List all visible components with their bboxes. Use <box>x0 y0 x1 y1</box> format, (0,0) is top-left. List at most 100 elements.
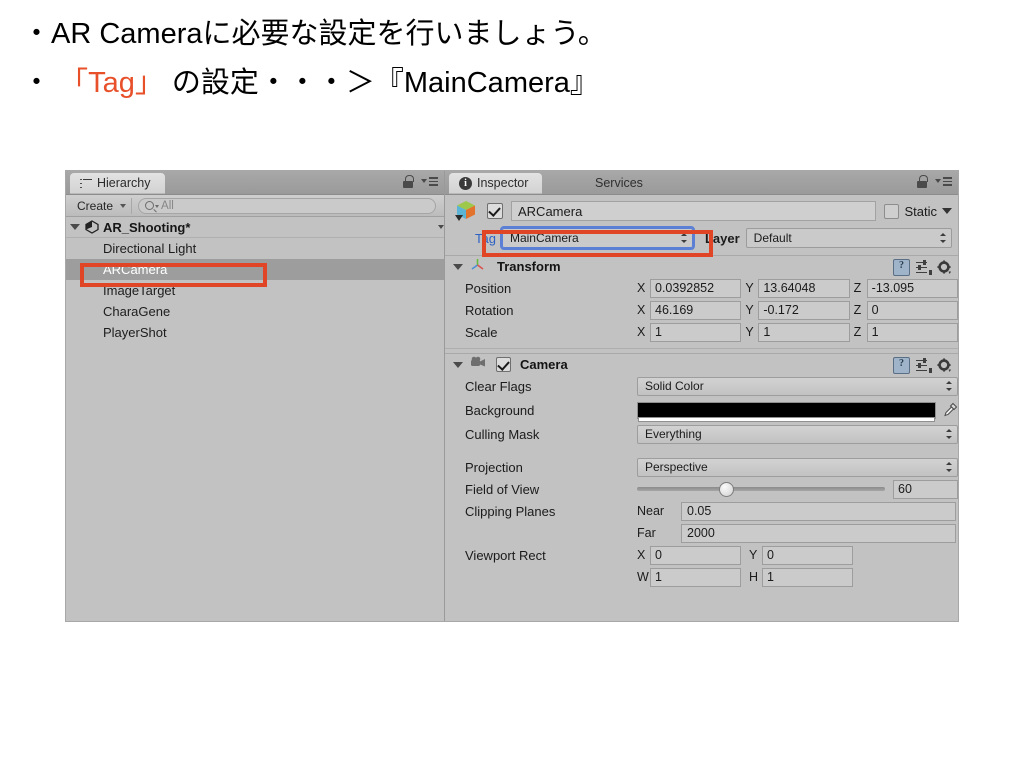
position-y-input[interactable]: 13.64048 <box>758 278 850 298</box>
clipping-planes-label: Clipping Planes <box>465 503 556 519</box>
scale-label: Scale <box>465 324 498 340</box>
rotation-z-value: 0 <box>871 303 879 317</box>
help-icon[interactable]: ? <box>893 259 910 276</box>
tag-dropdown[interactable]: MainCamera <box>499 226 695 250</box>
near-input[interactable]: 0.05 <box>681 501 956 521</box>
near-value: 0.05 <box>687 504 712 518</box>
scale-z-input[interactable]: 1 <box>866 322 958 342</box>
list-item[interactable]: Directional Light <box>66 238 444 259</box>
far-label: Far <box>637 526 656 540</box>
create-button[interactable]: Create <box>70 197 133 214</box>
far-value: 2000 <box>687 526 715 540</box>
culling-mask-label: Culling Mask <box>465 426 540 442</box>
panel-menu-icon[interactable] <box>935 176 952 187</box>
position-z-input[interactable]: -13.095 <box>866 278 958 298</box>
culling-mask-updown-icon <box>945 428 953 440</box>
camera-header-icons: ? <box>893 357 952 374</box>
layer-label: Layer <box>704 230 740 246</box>
fov-input[interactable]: 60 <box>893 479 958 499</box>
layer-value: Default <box>753 231 792 245</box>
viewport-y-input[interactable]: 0 <box>762 545 853 565</box>
hierarchy-tree: Directional Light ARCamera ImageTarget C… <box>66 238 444 503</box>
tag-updown-icon <box>680 232 688 244</box>
list-item[interactable]: ImageTarget <box>66 280 444 301</box>
tab-hierarchy[interactable]: Hierarchy <box>70 173 165 194</box>
transform-foldout-icon[interactable] <box>453 263 463 270</box>
background-row: Background <box>445 397 958 423</box>
rotation-z-input[interactable]: 0 <box>866 300 958 320</box>
help-icon[interactable]: ? <box>893 357 910 374</box>
transform-header[interactable]: Transform ? <box>445 256 958 277</box>
fov-slider[interactable] <box>637 482 885 497</box>
viewport-x-input[interactable]: 0 <box>650 545 741 565</box>
create-button-label: Create <box>77 198 114 213</box>
eyedropper-icon[interactable] <box>942 402 958 418</box>
position-label: Position <box>465 280 512 296</box>
viewport-w-input[interactable]: 1 <box>650 567 741 587</box>
hierarchy-tabbar: Hierarchy <box>66 171 444 195</box>
hierarchy-list-icon <box>80 178 92 189</box>
list-item[interactable]: PlayerShot <box>66 322 444 343</box>
scale-z-value: 1 <box>871 325 879 339</box>
tab-services[interactable]: Services <box>585 173 657 194</box>
axis-x-label: X <box>637 303 646 317</box>
static-checkbox[interactable] <box>884 203 900 219</box>
scene-root-row[interactable]: AR_Shooting* <box>66 217 444 238</box>
camera-enabled-checkbox[interactable] <box>496 357 511 372</box>
rotation-x-value: 46.169 <box>655 303 694 317</box>
fov-slider-knob[interactable] <box>718 482 734 497</box>
axis-x-label: X <box>637 325 646 339</box>
scale-y-input[interactable]: 1 <box>758 322 850 342</box>
transform-component: Transform ? Position X 0.0392852 Y 13.64… <box>445 255 958 349</box>
layer-dropdown[interactable]: Default <box>745 228 952 248</box>
hierarchy-empty-area[interactable] <box>66 343 444 503</box>
culling-mask-value: Everything <box>645 427 702 441</box>
divider <box>445 348 958 349</box>
lock-icon[interactable] <box>917 175 928 188</box>
hierarchy-item-label: PlayerShot <box>103 325 167 340</box>
lock-icon[interactable] <box>403 175 414 188</box>
background-color-swatch[interactable] <box>637 401 936 422</box>
object-active-checkbox[interactable] <box>487 203 503 219</box>
culling-mask-dropdown[interactable]: Everything <box>637 424 958 444</box>
preset-icon[interactable] <box>916 259 932 275</box>
tab-inspector[interactable]: i Inspector <box>449 173 543 194</box>
transform-axis-icon <box>470 257 485 277</box>
hierarchy-search-input[interactable]: All <box>138 197 436 214</box>
near-label: Near <box>637 504 665 518</box>
rotation-label: Rotation <box>465 302 514 318</box>
axis-y-label: Y <box>745 303 754 317</box>
rotation-x-input[interactable]: 46.169 <box>650 300 742 320</box>
scale-x-input[interactable]: 1 <box>650 322 742 342</box>
far-input[interactable]: 2000 <box>681 523 956 543</box>
rotation-y-input[interactable]: -0.172 <box>758 300 850 320</box>
viewport-h-input[interactable]: 1 <box>762 567 853 587</box>
object-name-field[interactable]: ARCamera <box>511 201 877 221</box>
viewport-y-value: 0 <box>767 548 774 562</box>
preset-icon[interactable] <box>916 357 932 373</box>
hierarchy-item-arcamera[interactable]: ARCamera <box>66 259 444 280</box>
static-toggle-group[interactable]: Static <box>884 203 952 219</box>
axis-z-label: Z <box>853 303 862 317</box>
inspector-tabbar: i Inspector Services <box>445 171 958 195</box>
list-item[interactable]: CharaGene <box>66 301 444 322</box>
tab-services-label: Services <box>595 176 643 190</box>
viewport-rect-label: Viewport Rect <box>465 547 546 563</box>
gear-icon[interactable] <box>937 358 952 373</box>
culling-mask-row: Culling Mask Everything <box>445 423 958 445</box>
info-icon: i <box>459 177 472 190</box>
position-x-input[interactable]: 0.0392852 <box>650 278 742 298</box>
gear-icon[interactable] <box>937 260 952 275</box>
position-z-value: -13.095 <box>871 281 915 295</box>
scale-x-value: 1 <box>655 325 662 339</box>
camera-header[interactable]: Camera ? <box>445 354 958 375</box>
scene-foldout-icon[interactable] <box>70 224 80 230</box>
projection-row: Projection Perspective <box>445 456 958 478</box>
tag-label: Tag <box>475 230 496 246</box>
clear-flags-dropdown[interactable]: Solid Color <box>637 376 958 396</box>
clear-flags-value: Solid Color <box>645 379 704 393</box>
panel-menu-icon[interactable] <box>421 176 438 187</box>
static-dropdown-caret-icon[interactable] <box>942 208 952 214</box>
camera-foldout-icon[interactable] <box>453 361 463 368</box>
projection-dropdown[interactable]: Perspective <box>637 457 958 477</box>
